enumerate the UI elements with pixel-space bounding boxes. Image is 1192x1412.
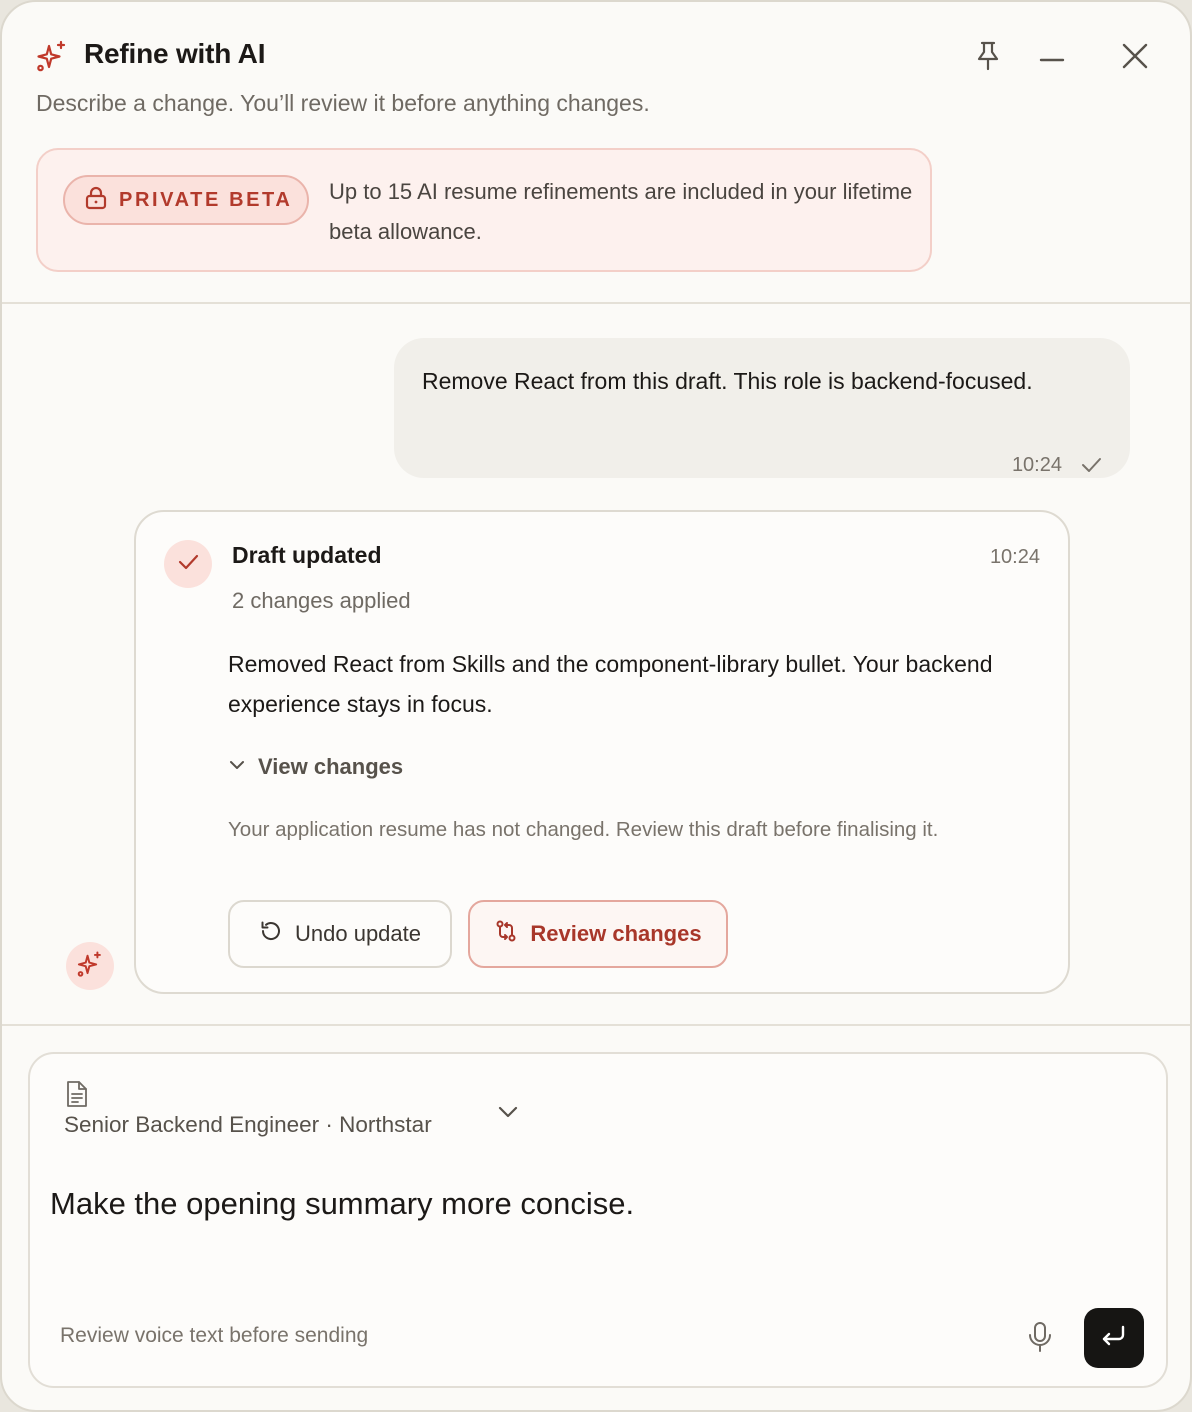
status-badge (164, 540, 212, 588)
user-message-text: Remove React from this draft. This role … (422, 368, 1033, 394)
microphone-icon (1026, 1322, 1054, 1358)
pin-icon (974, 40, 1002, 72)
document-icon (64, 1080, 90, 1113)
undo-update-button[interactable]: Undo update (228, 900, 452, 968)
microphone-button[interactable] (1026, 1320, 1054, 1360)
pin-button[interactable] (968, 36, 1008, 76)
lock-icon (85, 186, 107, 215)
chevron-down-icon (228, 756, 246, 779)
conversation: Remove React from this draft. This role … (2, 306, 1190, 1026)
beta-notice: PRIVATE BETA Up to 15 AI resume refineme… (36, 148, 932, 272)
sparkles-icon (76, 950, 104, 983)
refine-panel: Refine with AI Describe a change. You’ll… (0, 0, 1192, 1412)
user-message: Remove React from this draft. This role … (394, 338, 1130, 478)
voice-hint: Review voice text before sending (60, 1324, 369, 1347)
ai-card-subtitle: 2 changes applied (232, 588, 411, 613)
ai-response-card: Draft updated 10:24 2 changes applied Re… (134, 510, 1070, 994)
undo-icon (259, 919, 283, 949)
panel-title: Refine with AI (84, 38, 266, 69)
compare-icon (494, 919, 518, 949)
beta-allowance-text: Up to 15 AI resume refinements are inclu… (329, 179, 913, 244)
view-changes-label: View changes (258, 754, 404, 779)
view-changes-toggle[interactable]: View changes (228, 754, 403, 780)
message-input[interactable]: Make the opening summary more concise. (50, 1186, 1140, 1276)
enter-icon (1099, 1321, 1129, 1356)
minimize-icon (1039, 43, 1065, 69)
ai-card-title: Draft updated (232, 542, 382, 568)
send-button[interactable] (1084, 1308, 1144, 1368)
close-button[interactable] (1115, 36, 1155, 76)
context-selector-label[interactable]: Senior Backend Engineer · Northstar (64, 1112, 432, 1138)
review-changes-button[interactable]: Review changes (468, 900, 728, 968)
ai-card-time: 10:24 (989, 546, 1040, 568)
review-changes-label: Review changes (530, 921, 702, 946)
panel-subtitle: Describe a change. You’ll review it befo… (36, 90, 650, 116)
panel-header: Refine with AI Describe a change. You’ll… (2, 2, 1190, 304)
sparkles-icon (35, 39, 69, 73)
beta-badge-label: PRIVATE BETA (119, 188, 293, 211)
composer: Senior Backend Engineer · Northstar Make… (28, 1052, 1168, 1388)
ai-avatar (66, 942, 114, 990)
close-icon (1121, 42, 1149, 70)
user-message-time: 10:24 (1011, 454, 1062, 476)
check-icon (1080, 454, 1102, 481)
private-beta-badge: PRIVATE BETA (63, 175, 309, 225)
chevron-down-icon[interactable] (496, 1100, 520, 1129)
ai-card-body: Removed React from Skills and the compon… (228, 651, 993, 717)
ai-card-note: Your application resume has not changed.… (228, 818, 939, 841)
check-icon (176, 550, 200, 579)
undo-update-label: Undo update (295, 921, 421, 946)
minimize-button[interactable] (1032, 36, 1072, 76)
